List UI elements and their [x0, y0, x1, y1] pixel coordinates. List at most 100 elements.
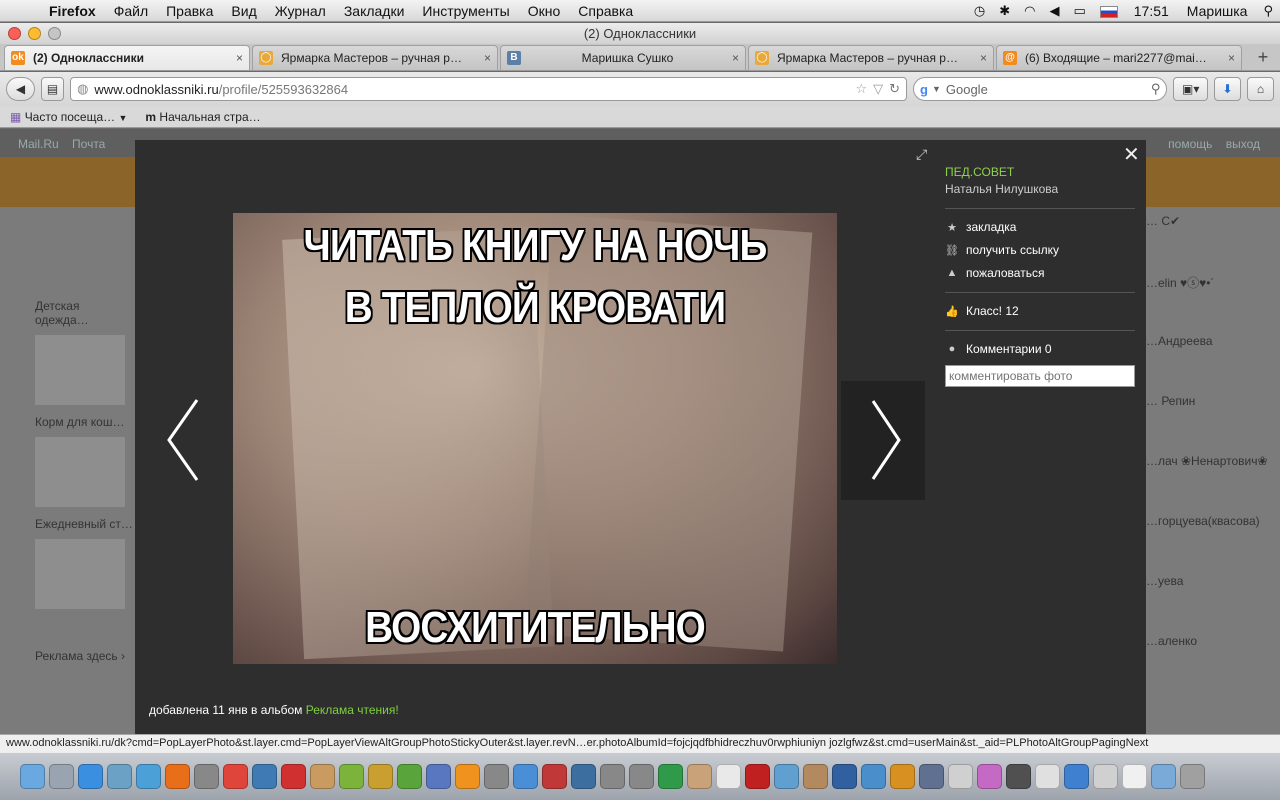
get-link-action[interactable]: ⛓ получить ссылку [945, 243, 1135, 257]
ad-image[interactable] [35, 437, 125, 507]
friend-name[interactable]: …уева [1146, 574, 1280, 634]
author-name[interactable]: Наталья Нилушкова [945, 182, 1135, 196]
ad-title[interactable]: Ежедневный ст… [35, 517, 135, 531]
menubar-clock[interactable]: 17:51 [1125, 3, 1178, 19]
facetime-icon[interactable] [658, 764, 683, 789]
tab-vk-marishka[interactable]: B Маришка Сушко × [500, 45, 746, 70]
menu-bookmarks[interactable]: Закладки [335, 3, 414, 19]
printer-icon[interactable] [1093, 764, 1118, 789]
safari-icon[interactable] [136, 764, 161, 789]
comments-header[interactable]: ● Комментарии 0 [945, 342, 1135, 356]
next-photo-button[interactable] [841, 381, 925, 500]
photo-icon[interactable] [310, 764, 335, 789]
downloads-button[interactable]: ⬇ [1214, 77, 1242, 101]
menu-app-firefox[interactable]: Firefox [40, 3, 105, 19]
menu-tools[interactable]: Инструменты [413, 3, 518, 19]
friend-name[interactable]: … С✔ [1146, 214, 1280, 274]
document-icon[interactable] [1122, 764, 1147, 789]
help-icon[interactable] [194, 764, 219, 789]
addressbook-icon[interactable] [687, 764, 712, 789]
friend-name[interactable]: …горцуева(квасова) [1146, 514, 1280, 574]
close-tab-icon[interactable]: × [236, 51, 243, 65]
photo-image[interactable]: ЧИТАТЬ КНИГУ НА НОЧЬ В ТЕПЛОЙ КРОВАТИ ВО… [233, 213, 837, 664]
close-window-button[interactable] [8, 27, 21, 40]
menu-history[interactable]: Журнал [266, 3, 335, 19]
url-bar[interactable]: ◍ www.odnoklassniki.ru/profile/525593632… [70, 77, 907, 101]
bookmark-star-icon[interactable]: ☆ [855, 81, 867, 97]
close-tab-icon[interactable]: × [980, 51, 987, 65]
firefox-icon[interactable] [165, 764, 190, 789]
help-icon[interactable] [600, 764, 625, 789]
home-button[interactable]: ⌂ [1247, 77, 1275, 101]
preview-icon[interactable] [107, 764, 132, 789]
input-language-flag-icon[interactable] [1093, 3, 1125, 18]
tab-mail-inbox[interactable]: @ (6) Входящие – mari2277@mai… × [996, 45, 1242, 70]
class-like-button[interactable]: 👍 Класс! 12 [945, 304, 1135, 318]
photobooth-icon[interactable] [542, 764, 567, 789]
spotlight-search-icon[interactable]: ⚲ [1256, 3, 1280, 19]
menu-view[interactable]: Вид [222, 3, 265, 19]
mailru-link[interactable]: Mail.Ru [18, 137, 59, 151]
lens-icon[interactable] [426, 764, 451, 789]
vlc-icon[interactable] [455, 764, 480, 789]
back-button[interactable]: ◀ [6, 77, 35, 101]
bookmark-most-visited[interactable]: ▦ Часто посеща… ▼ [10, 110, 127, 124]
fingerprint-icon[interactable] [803, 764, 828, 789]
report-action[interactable]: ▲ пожаловаться [945, 266, 1135, 280]
tab-odnoklassniki[interactable]: ok (2) Одноклассники × [4, 45, 250, 70]
ad-image[interactable] [35, 335, 125, 405]
menu-edit[interactable]: Правка [157, 3, 222, 19]
chrome-icon[interactable] [223, 764, 248, 789]
iphoto-icon[interactable] [571, 764, 596, 789]
wifi-icon[interactable]: ◠ [1017, 3, 1042, 19]
appstore-icon[interactable] [78, 764, 103, 789]
close-viewer-button[interactable]: ✕ [1123, 142, 1140, 167]
bookmark-home-page[interactable]: m Начальная стра… [145, 110, 260, 124]
game-icon[interactable] [368, 764, 393, 789]
minimize-window-button[interactable] [28, 27, 41, 40]
google-search-engine-icon[interactable]: g [920, 82, 928, 97]
mail-icon[interactable] [774, 764, 799, 789]
expand-icon[interactable]: ⤢ [916, 146, 927, 163]
album-link[interactable]: Реклама чтения! [306, 703, 399, 717]
volume-icon[interactable]: ◀ [1042, 3, 1066, 19]
battery-icon[interactable]: ▭ [1066, 3, 1092, 19]
ads-here-link[interactable]: Реклама здесь › [35, 649, 135, 663]
presentation-icon[interactable] [890, 764, 915, 789]
search-engine-dropdown-icon[interactable]: ▼ [932, 84, 941, 94]
reload-icon[interactable]: ↻ [889, 81, 900, 97]
close-tab-icon[interactable]: × [732, 51, 739, 65]
bookmarks-menu-button[interactable]: ▣▾ [1173, 77, 1209, 101]
bookmark-action[interactable]: ★ закладка [945, 220, 1135, 234]
board-icon[interactable] [1006, 764, 1031, 789]
stylus-icon[interactable] [832, 764, 857, 789]
clock-icon[interactable] [948, 764, 973, 789]
launchpad-icon[interactable] [49, 764, 74, 789]
search-bar[interactable]: g ▼ Google ⚲ [913, 77, 1168, 101]
ad-title[interactable]: Корм для кош… [35, 415, 135, 429]
zoom-window-button[interactable] [48, 27, 61, 40]
dropdown-icon[interactable]: ▽ [873, 81, 883, 97]
menu-file[interactable]: Файл [105, 3, 157, 19]
menu-window[interactable]: Окно [519, 3, 570, 19]
ad-title[interactable]: Детская одежда… [35, 299, 135, 327]
search-icon[interactable]: ⚲ [1151, 81, 1161, 97]
google-earth-icon[interactable] [252, 764, 277, 789]
friend-name[interactable]: …лач ❀Ненартович❀ [1146, 454, 1280, 514]
close-tab-icon[interactable]: × [484, 51, 491, 65]
tab-livemaster-2[interactable]: ◯ Ярмарка Мастеров – ручная р… × [748, 45, 994, 70]
close-tab-icon[interactable]: × [1228, 51, 1235, 65]
menu-help[interactable]: Справка [569, 3, 642, 19]
help-icon[interactable] [629, 764, 654, 789]
trash-icon[interactable] [1180, 764, 1205, 789]
help-link[interactable]: помощь [1168, 137, 1212, 151]
acrobat-icon[interactable] [745, 764, 770, 789]
hp-icon[interactable] [1064, 764, 1089, 789]
chart-icon[interactable] [861, 764, 886, 789]
tab-livemaster-1[interactable]: ◯ Ярмарка Мастеров – ручная р… × [252, 45, 498, 70]
time-machine-icon[interactable]: ◷ [967, 3, 992, 19]
mail-link[interactable]: Почта [72, 137, 105, 151]
group-link[interactable]: ПЕД.СОВЕТ [945, 165, 1135, 179]
calendar-icon[interactable] [716, 764, 741, 789]
friend-name[interactable]: …elin ♥ⓢ♥•´ [1146, 274, 1280, 334]
